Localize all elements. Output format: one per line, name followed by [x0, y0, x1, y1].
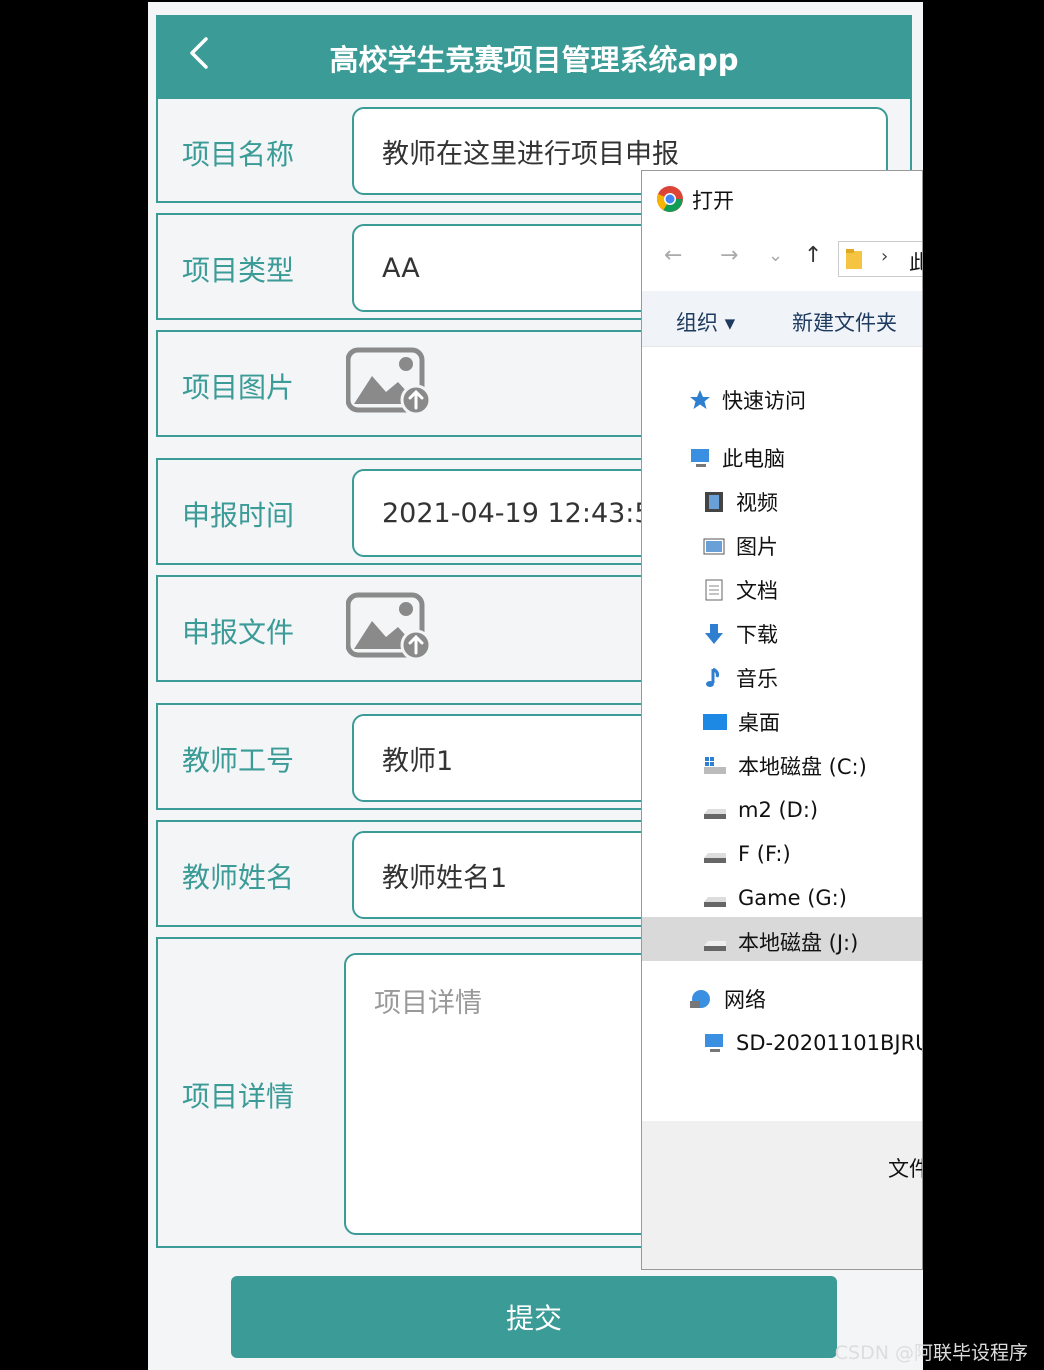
tree-drive-f[interactable]: F (F:): [702, 832, 791, 876]
picture-icon: [703, 538, 725, 555]
project-name-label: 项目名称: [182, 138, 295, 171]
tree-documents[interactable]: 文档: [702, 568, 778, 612]
file-upload-icon[interactable]: [346, 591, 432, 661]
address-bar[interactable]: › 此: [838, 241, 922, 277]
tree-desktop[interactable]: 桌面: [702, 700, 780, 744]
apply-time-label: 申报时间: [182, 499, 295, 532]
tree-label: F (F:): [738, 842, 791, 866]
tree-network[interactable]: 网络: [688, 977, 766, 1021]
computer-icon: [691, 449, 709, 467]
dialog-navbar: ← → ⌄ ↑ › 此: [642, 237, 922, 281]
tree-pictures[interactable]: 图片: [702, 524, 778, 568]
tree-label: m2 (D:): [738, 798, 819, 822]
nav-back-button[interactable]: ←: [664, 243, 682, 268]
teacher-id-label: 教师工号: [182, 744, 295, 777]
tree-quick-access[interactable]: 快速访问: [688, 378, 806, 422]
chrome-icon: [656, 186, 683, 212]
computer-icon: [705, 1034, 723, 1052]
apply-file-label: 申报文件: [182, 616, 295, 649]
tree-label: 网络: [724, 988, 766, 1012]
teacher-name-label: 教师姓名: [182, 861, 295, 894]
folder-icon: [846, 249, 862, 269]
tree-label: 下载: [736, 623, 778, 647]
dialog-toolbar: 组织 ▾ 新建文件夹: [642, 291, 922, 347]
nav-forward-button[interactable]: →: [720, 243, 738, 268]
tree-label: 本地磁盘 (J:): [738, 931, 859, 955]
project-detail-label: 项目详情: [182, 1080, 295, 1113]
tree-label: 桌面: [738, 711, 780, 735]
tree-drive-g[interactable]: Game (G:): [702, 876, 847, 920]
project-image-label: 项目图片: [182, 371, 295, 404]
network-icon: [690, 990, 710, 1008]
tree-label: 图片: [736, 535, 778, 559]
tree-drive-j[interactable]: 本地磁盘 (J:): [702, 920, 858, 964]
address-path: 此: [909, 246, 922, 275]
tree-network-computer[interactable]: SD-20201101BJRU: [702, 1021, 923, 1065]
download-icon: [705, 624, 723, 644]
drive-icon: [704, 897, 726, 907]
tree-music[interactable]: 音乐: [702, 656, 778, 700]
dialog-titlebar: 打开: [642, 171, 922, 227]
tree-label: Game (G:): [738, 886, 847, 910]
nav-history-dropdown[interactable]: ⌄: [768, 245, 783, 266]
desktop-icon: [703, 714, 727, 730]
tree-videos[interactable]: 视频: [702, 480, 778, 524]
tree-label: 本地磁盘 (C:): [738, 755, 867, 779]
windows-drive-icon: [704, 757, 726, 774]
tree-downloads[interactable]: 下载: [702, 612, 778, 656]
project-type-label: 项目类型: [182, 254, 295, 287]
tree-label: 视频: [736, 491, 778, 515]
image-upload-icon[interactable]: [346, 346, 432, 416]
drive-icon: [704, 941, 726, 951]
file-name-label: 文件: [888, 1157, 922, 1181]
submit-button[interactable]: 提交: [231, 1276, 837, 1358]
watermark: CSDN @阿联毕设程序: [834, 1342, 1028, 1364]
tree-drive-c[interactable]: 本地磁盘 (C:): [702, 744, 867, 788]
new-folder-button[interactable]: 新建文件夹: [792, 307, 897, 337]
drive-icon: [704, 853, 726, 863]
tree-label: SD-20201101BJRU: [736, 1031, 923, 1055]
tree-drive-d[interactable]: m2 (D:): [702, 788, 818, 832]
tree-this-pc[interactable]: 此电脑: [688, 436, 785, 480]
document-icon: [705, 579, 723, 601]
tree-label: 快速访问: [722, 389, 806, 413]
file-open-dialog: 打开 ← → ⌄ ↑ › 此 组织 ▾ 新建文件夹 快速访问 此电脑 视频 图片: [641, 170, 923, 1270]
dialog-footer: 文件: [642, 1121, 922, 1269]
star-icon: [690, 390, 710, 409]
app-title: 高校学生竞赛项目管理系统app: [329, 43, 739, 77]
video-icon: [705, 492, 723, 512]
organize-button[interactable]: 组织 ▾: [676, 307, 735, 337]
dialog-title: 打开: [692, 189, 734, 213]
nav-up-button[interactable]: ↑: [804, 243, 822, 268]
music-icon: [706, 667, 719, 687]
path-chevron-icon: ›: [881, 246, 889, 267]
tree-label: 此电脑: [722, 447, 785, 471]
tree-label: 文档: [736, 579, 778, 603]
tree-label: 音乐: [736, 667, 778, 691]
app-header: 高校学生竞赛项目管理系统app: [156, 15, 912, 97]
drive-icon: [704, 809, 726, 819]
